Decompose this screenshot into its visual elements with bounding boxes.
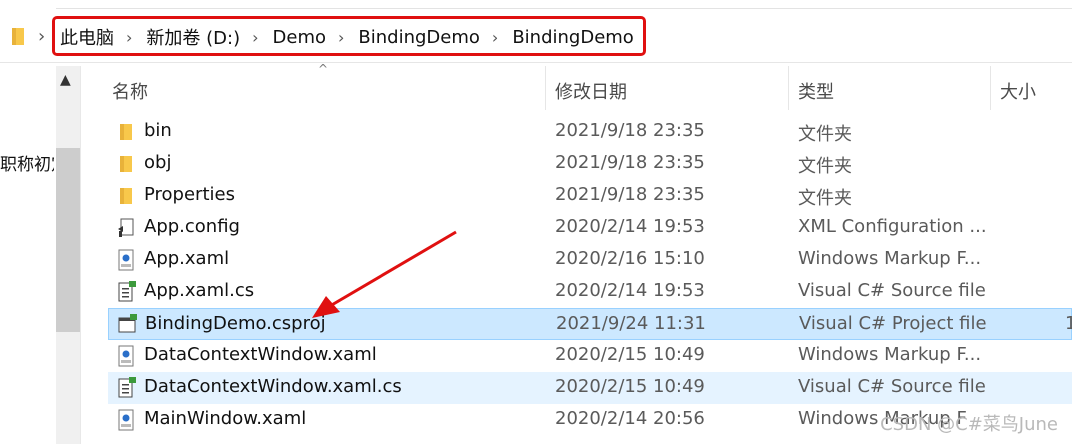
watermark: CSDN @C#菜鸟June: [880, 414, 1058, 435]
file-name: App.xaml: [144, 248, 230, 269]
divider: [80, 66, 81, 444]
list-item[interactable]: DataContextWindow.xaml 2020/2/15 10:49 W…: [108, 340, 1072, 372]
column-divider[interactable]: [990, 66, 991, 110]
csproj-file-icon: [118, 314, 137, 333]
list-item[interactable]: obj 2021/9/18 23:35 文件夹: [108, 148, 1072, 180]
column-header-size[interactable]: 大小: [1000, 78, 1036, 104]
file-date: 2021/9/18 23:35: [555, 120, 705, 141]
file-name: obj: [144, 152, 172, 173]
breadcrumb: 此电脑 › 新加卷 (D:) › Demo › BindingDemo › Bi…: [60, 24, 634, 50]
config-file-icon: [118, 218, 134, 237]
xaml-file-icon: [118, 345, 134, 367]
address-bar[interactable]: › 此电脑 › 新加卷 (D:) › Demo › BindingDemo › …: [0, 0, 1072, 63]
breadcrumb-item-bindingdemo-current[interactable]: BindingDemo: [512, 27, 634, 48]
file-name: DataContextWindow.xaml: [144, 344, 377, 365]
breadcrumb-item-drive[interactable]: 新加卷 (D:): [146, 24, 240, 50]
column-header-type[interactable]: 类型: [798, 78, 834, 104]
folder-icon: [120, 156, 132, 172]
file-date: 2021/9/18 23:35: [555, 152, 705, 173]
scrollbar-thumb[interactable]: [56, 148, 80, 332]
column-divider[interactable]: [545, 66, 546, 110]
file-type: 文件夹: [798, 156, 852, 177]
nav-pane-item[interactable]: 职称初定: [0, 150, 54, 175]
chevron-right-icon[interactable]: ›: [338, 28, 344, 47]
list-item[interactable]: App.xaml 2020/2/16 15:10 Windows Markup …: [108, 244, 1072, 276]
list-item[interactable]: bin 2021/9/18 23:35 文件夹: [108, 116, 1072, 148]
file-date: 2020/2/14 19:53: [555, 280, 705, 301]
file-type: Windows Markup F...: [798, 344, 982, 365]
file-name: DataContextWindow.xaml.cs: [144, 376, 402, 397]
list-item[interactable]: Properties 2021/9/18 23:35 文件夹: [108, 180, 1072, 212]
file-date: 2020/2/14 19:53: [555, 216, 705, 237]
list-item-selected[interactable]: BindingDemo.csproj 2021/9/24 11:31 Visua…: [108, 308, 1072, 340]
column-header: 名称 修改日期 类型 大小: [100, 66, 1072, 110]
file-type: Visual C# Source file: [798, 280, 986, 301]
column-divider[interactable]: [788, 66, 789, 110]
folder-icon: [12, 28, 24, 45]
breadcrumb-item-this-pc[interactable]: 此电脑: [60, 24, 114, 50]
file-type: 文件夹: [798, 188, 852, 209]
chevron-right-icon[interactable]: ›: [252, 28, 258, 47]
file-name: App.config: [144, 216, 240, 237]
file-date: 2021/9/18 23:35: [555, 184, 705, 205]
divider: [56, 8, 1072, 9]
cs-file-icon: [118, 281, 136, 302]
file-type: Windows Markup F...: [798, 248, 982, 269]
file-name: App.xaml.cs: [144, 280, 255, 301]
cs-file-icon: [118, 377, 136, 398]
file-name: bin: [144, 120, 172, 141]
file-date: 2020/2/14 20:56: [555, 408, 705, 429]
file-date: 2020/2/16 15:10: [555, 248, 705, 269]
xaml-file-icon: [118, 409, 134, 431]
list-item[interactable]: App.xaml.cs 2020/2/14 19:53 Visual C# So…: [108, 276, 1072, 308]
folder-icon: [120, 124, 132, 140]
chevron-right-icon[interactable]: ›: [126, 28, 132, 47]
scroll-up-icon[interactable]: ▲: [60, 72, 71, 88]
breadcrumb-item-bindingdemo[interactable]: BindingDemo: [358, 27, 480, 48]
folder-icon: [120, 188, 132, 204]
file-name: Properties: [144, 184, 235, 205]
column-header-date[interactable]: 修改日期: [555, 78, 627, 104]
file-size: 1: [1065, 313, 1072, 334]
file-type: Visual C# Project file: [799, 313, 987, 334]
file-name: MainWindow.xaml: [144, 408, 307, 429]
breadcrumb-item-demo[interactable]: Demo: [273, 27, 326, 48]
xaml-file-icon: [118, 249, 134, 271]
file-type: XML Configuration ...: [798, 216, 987, 237]
file-date: 2020/2/15 10:49: [555, 344, 705, 365]
file-type: Visual C# Source file: [798, 376, 986, 397]
list-item[interactable]: DataContextWindow.xaml.cs 2020/2/15 10:4…: [108, 372, 1072, 404]
file-type: 文件夹: [798, 124, 852, 145]
column-header-name[interactable]: 名称: [112, 78, 148, 104]
file-date: 2021/9/24 11:31: [556, 313, 706, 334]
chevron-right-icon[interactable]: ›: [492, 28, 498, 47]
file-name: BindingDemo.csproj: [145, 313, 326, 334]
chevron-right-icon[interactable]: ›: [38, 26, 45, 47]
file-date: 2020/2/15 10:49: [555, 376, 705, 397]
list-item[interactable]: App.config 2020/2/14 19:53 XML Configura…: [108, 212, 1072, 244]
